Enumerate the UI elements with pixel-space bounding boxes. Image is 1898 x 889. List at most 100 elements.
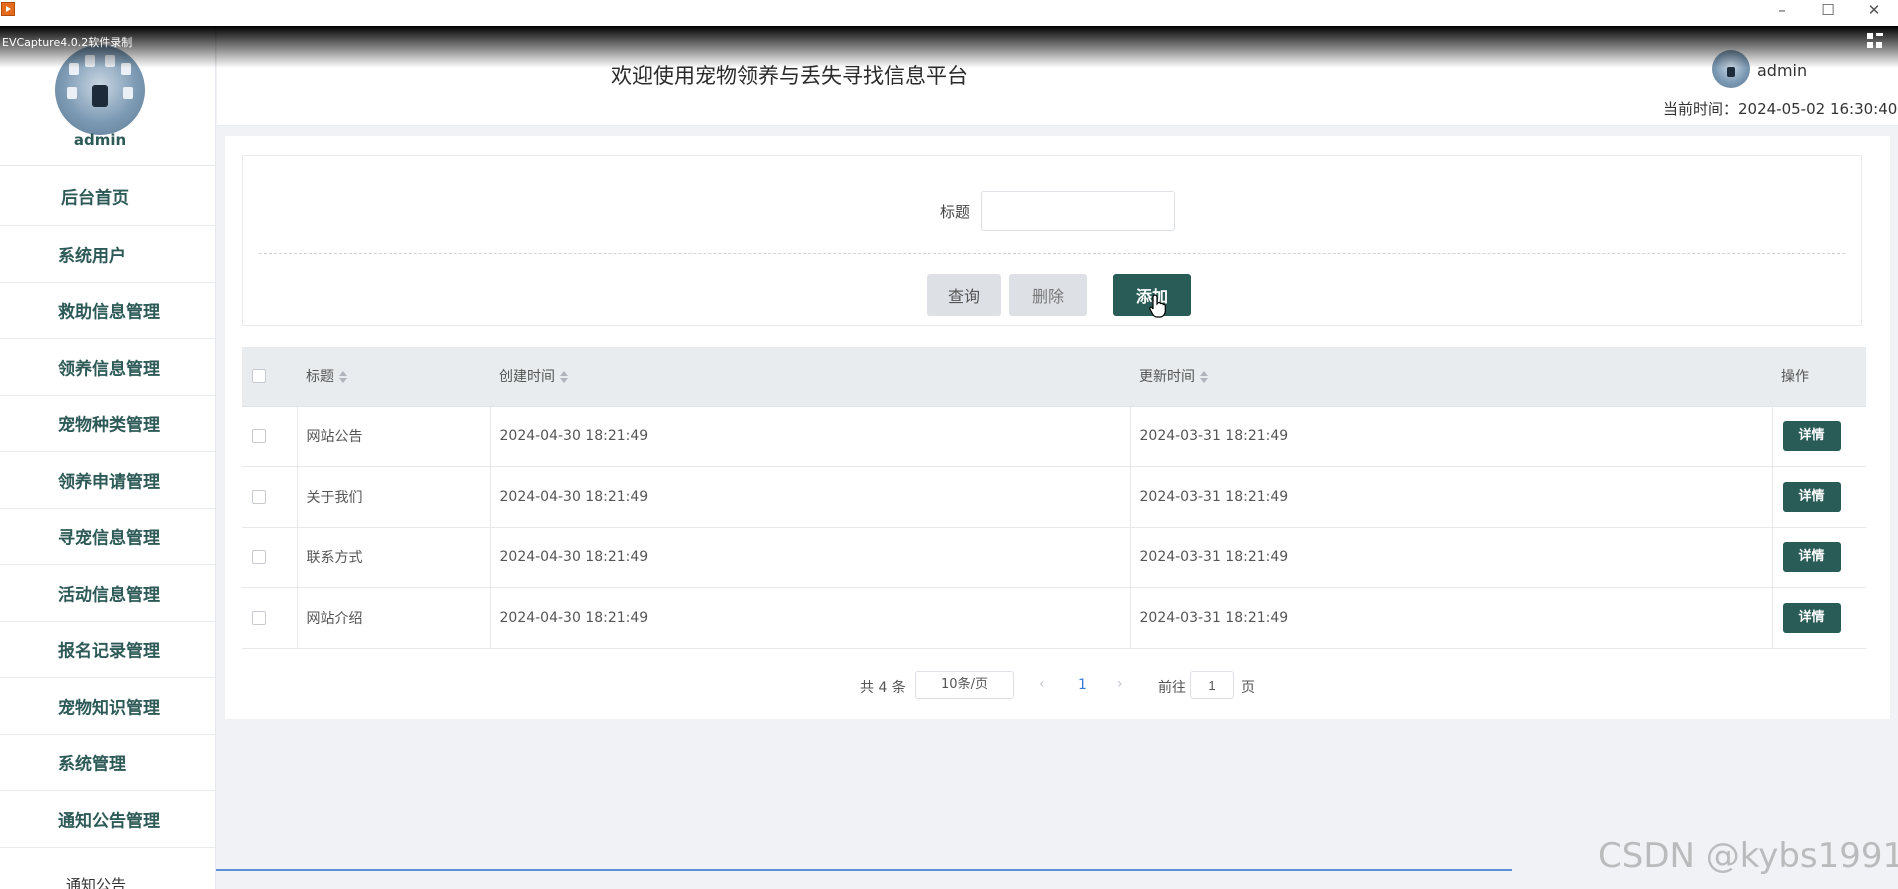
cell-updated: 2024-03-31 18:21:49 — [1130, 406, 1773, 467]
minimize-button[interactable]: – — [1762, 0, 1802, 20]
cell-actions: 详情 — [1772, 587, 1866, 649]
next-page-button[interactable]: › — [1117, 676, 1123, 692]
cell-created: 2024-04-30 18:21:49 — [490, 527, 1131, 588]
sidebar: admin 后台首页 系统用户 救助信息管理 领养信息管理 宠物种类管理 领养申… — [0, 26, 216, 889]
page-suffix-label: 页 — [1241, 680, 1255, 696]
user-avatar[interactable] — [1712, 50, 1750, 88]
divider — [259, 253, 1845, 254]
sidebar-item-system-users[interactable]: 系统用户 — [0, 226, 215, 283]
cell-title: 关于我们 — [297, 466, 491, 528]
cell-created: 2024-04-30 18:21:49 — [490, 406, 1131, 467]
horizontal-scrollbar[interactable] — [216, 869, 1512, 871]
table-row: 关于我们 2024-04-30 18:21:49 2024-03-31 18:2… — [242, 466, 1866, 528]
sidebar-menu: 后台首页 系统用户 救助信息管理 领养信息管理 宠物种类管理 领养申请管理 寻宠… — [0, 166, 215, 848]
column-label: 创建时间 — [499, 369, 555, 386]
sidebar-item-label: 寻宠信息管理 — [58, 528, 160, 549]
sidebar-item-adoption-applications[interactable]: 领养申请管理 — [0, 452, 215, 509]
sidebar-item-label: 通知公告管理 — [58, 811, 160, 832]
select-all-checkbox[interactable] — [252, 369, 266, 384]
table-row: 网站公告 2024-04-30 18:21:49 2024-03-31 18:2… — [242, 406, 1866, 467]
column-header-updated[interactable]: 更新时间 — [1130, 347, 1772, 407]
sidebar-item-registration-records[interactable]: 报名记录管理 — [0, 622, 215, 678]
page-header: 欢迎使用宠物领养与丢失寻找信息平台 admin 当前时间：2024-05-02 … — [217, 26, 1898, 126]
grid-cell — [1867, 33, 1873, 39]
avatar-tile — [85, 55, 95, 67]
header-username[interactable]: admin — [1757, 61, 1807, 80]
cell-actions: 详情 — [1772, 527, 1866, 588]
header-select-cell — [242, 347, 297, 407]
sidebar-item-label: 宠物种类管理 — [58, 415, 160, 436]
column-label: 更新时间 — [1139, 369, 1195, 386]
row-checkbox[interactable] — [252, 610, 266, 625]
sidebar-item-label: 后台首页 — [61, 188, 129, 208]
column-header-created[interactable]: 创建时间 — [490, 347, 1130, 407]
row-select-cell — [242, 466, 298, 528]
prev-page-button[interactable]: ‹ — [1039, 676, 1045, 692]
delete-button[interactable]: 删除 — [1009, 274, 1087, 316]
sidebar-item-activity-info[interactable]: 活动信息管理 — [0, 565, 215, 622]
row-select-cell — [242, 527, 298, 588]
pagination: 共 4 条 10条/页 ‹ 1 › 前往 页 — [225, 671, 1890, 701]
column-header-title[interactable]: 标题 — [297, 347, 490, 407]
page-number-current[interactable]: 1 — [1078, 677, 1087, 693]
sidebar-item-notice-management[interactable]: 通知公告管理 — [0, 791, 215, 848]
sidebar-item-label: 系统用户 — [58, 246, 126, 267]
sidebar-item-system-management[interactable]: 系统管理 — [0, 735, 215, 791]
avatar — [55, 45, 145, 135]
sidebar-item-label: 领养申请管理 — [58, 472, 160, 493]
row-checkbox[interactable] — [252, 489, 266, 504]
sort-icon[interactable] — [339, 371, 347, 384]
cell-actions: 详情 — [1772, 466, 1866, 528]
sidebar-item-label: 领养信息管理 — [58, 359, 160, 380]
goto-page-input[interactable] — [1190, 671, 1234, 699]
window-titlebar: – ☐ ✕ — [0, 0, 1898, 26]
grid-cell — [1867, 42, 1873, 48]
lock-icon — [1727, 67, 1735, 77]
hand-cursor-icon — [1149, 294, 1166, 318]
avatar-tile — [121, 63, 131, 75]
table-header-row: 标题 创建时间 更新时间 操作 — [242, 347, 1866, 407]
query-button[interactable]: 查询 — [927, 274, 1001, 316]
search-panel: 标题 查询 删除 添加 — [242, 155, 1862, 326]
row-select-cell — [242, 587, 298, 649]
detail-button[interactable]: 详情 — [1782, 542, 1841, 573]
goto-label: 前往 — [1158, 680, 1186, 696]
page-size-select[interactable]: 10条/页 — [915, 671, 1014, 699]
grid-cell — [1876, 42, 1882, 48]
sidebar-item-pet-knowledge[interactable]: 宠物知识管理 — [0, 678, 215, 735]
sidebar-item-rescue-info[interactable]: 救助信息管理 — [0, 283, 215, 339]
sidebar-item-home[interactable]: 后台首页 — [0, 166, 215, 226]
cell-title: 网站公告 — [297, 406, 491, 467]
title-search-input[interactable] — [981, 191, 1175, 231]
avatar-tile — [67, 87, 77, 99]
cell-updated: 2024-03-31 18:21:49 — [1130, 527, 1773, 588]
cell-created: 2024-04-30 18:21:49 — [490, 466, 1131, 528]
column-label: 操作 — [1781, 369, 1809, 386]
sidebar-item-label: 救助信息管理 — [58, 302, 160, 323]
main-content: 标题 查询 删除 添加 标题 创建时间 更新时间 操作 网站公告 2024-04… — [225, 136, 1890, 719]
maximize-button[interactable]: ☐ — [1808, 0, 1848, 20]
close-button[interactable]: ✕ — [1854, 0, 1894, 20]
sidebar-item-pet-species[interactable]: 宠物种类管理 — [0, 396, 215, 452]
sidebar-item-lost-pet-info[interactable]: 寻宠信息管理 — [0, 509, 215, 565]
detail-button[interactable]: 详情 — [1782, 421, 1841, 452]
table-row: 联系方式 2024-04-30 18:21:49 2024-03-31 18:2… — [242, 527, 1866, 588]
grid-cell — [1876, 33, 1883, 36]
row-checkbox[interactable] — [252, 429, 266, 444]
detail-button[interactable]: 详情 — [1782, 481, 1841, 512]
page-title: 欢迎使用宠物领养与丢失寻找信息平台 — [611, 64, 968, 88]
avatar-tile — [123, 87, 133, 99]
sidebar-submenu-item-notice[interactable]: 通知公告 — [66, 874, 126, 889]
grid-icon[interactable] — [1867, 33, 1883, 49]
cell-title: 联系方式 — [297, 527, 491, 588]
current-time: 当前时间：2024-05-02 16:30:40 — [1663, 100, 1898, 118]
sort-icon[interactable] — [1200, 371, 1208, 384]
sidebar-item-adoption-info[interactable]: 领养信息管理 — [0, 339, 215, 396]
column-label: 标题 — [306, 369, 334, 386]
sort-icon[interactable] — [560, 371, 568, 384]
row-checkbox[interactable] — [252, 550, 266, 565]
data-table: 标题 创建时间 更新时间 操作 网站公告 2024-04-30 18:21:49… — [242, 347, 1866, 649]
table-row: 网站介绍 2024-04-30 18:21:49 2024-03-31 18:2… — [242, 587, 1866, 649]
detail-button[interactable]: 详情 — [1782, 602, 1841, 633]
cell-updated: 2024-03-31 18:21:49 — [1130, 466, 1773, 528]
